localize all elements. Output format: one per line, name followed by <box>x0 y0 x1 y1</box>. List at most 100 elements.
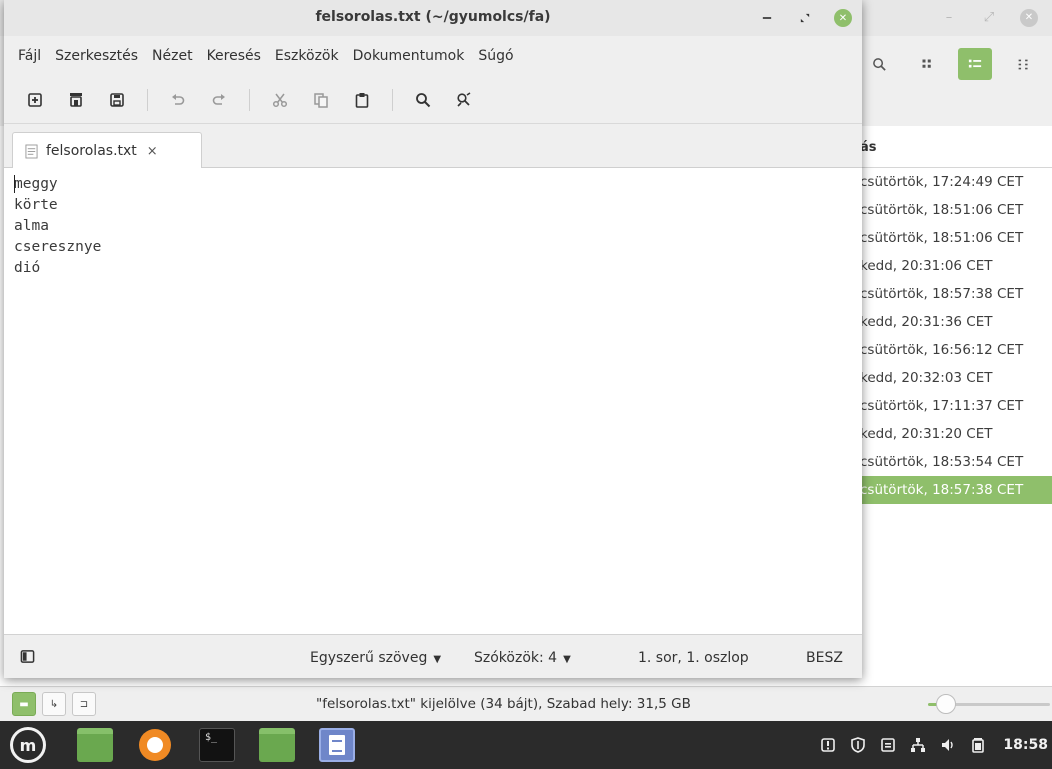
list-view-button[interactable] <box>958 48 992 80</box>
toggle-sidebar-icon[interactable]: ⊐ <box>72 692 96 716</box>
text-line[interactable]: alma <box>14 216 852 237</box>
search-replace-icon[interactable] <box>453 89 475 111</box>
window-title: felsorolas.txt (~/gyumolcs/fa) <box>315 9 551 25</box>
taskbar: m $_ 18:58 <box>0 721 1052 769</box>
date-column-header-label: ás <box>860 140 877 155</box>
places-folder-icon[interactable]: ▬ <box>12 692 36 716</box>
toolbar-separator <box>249 88 250 111</box>
zoom-slider-handle[interactable] <box>936 694 956 714</box>
toolbar-separator <box>392 88 393 111</box>
clock[interactable]: 18:58 <box>1003 737 1048 753</box>
tab-close-icon[interactable]: × <box>147 144 158 159</box>
zoom-slider[interactable] <box>928 694 1050 714</box>
text-cursor <box>14 175 15 193</box>
clipboard-icon[interactable] <box>879 736 897 754</box>
text-line[interactable]: cseresznye <box>14 237 852 258</box>
language-label: Egyszerű szöveg <box>310 650 428 666</box>
undo-icon[interactable] <box>167 89 189 111</box>
insert-mode[interactable]: BESZ <box>806 650 843 666</box>
file-row[interactable]: kedd, 20:31:06 CET <box>860 252 1052 280</box>
open-document-icon[interactable] <box>65 89 87 111</box>
new-document-icon[interactable] <box>24 89 46 111</box>
file-manager-status-text: "felsorolas.txt" kijelölve (34 bájt), Sz… <box>316 696 691 712</box>
file-manager-launcher-icon[interactable] <box>77 728 113 762</box>
network-icon[interactable] <box>909 736 927 754</box>
file-row[interactable]: csütörtök, 17:24:49 CET <box>860 168 1052 196</box>
menu-search[interactable]: Keresés <box>207 48 261 64</box>
file-row[interactable]: kedd, 20:32:03 CET <box>860 364 1052 392</box>
compact-view-button[interactable] <box>1006 48 1040 80</box>
menu-help[interactable]: Súgó <box>478 48 513 64</box>
file-list: csütörtök, 17:24:49 CET csütörtök, 18:51:… <box>860 168 1052 504</box>
file-row[interactable]: csütörtök, 18:51:06 CET <box>860 224 1052 252</box>
close-icon[interactable]: ✕ <box>1020 9 1038 27</box>
save-icon[interactable] <box>106 89 128 111</box>
search-icon[interactable] <box>862 48 896 80</box>
document-tab[interactable]: felsorolas.txt × <box>12 132 202 169</box>
minimize-icon[interactable] <box>758 9 776 27</box>
menu-tools[interactable]: Eszközök <box>275 48 339 64</box>
paste-icon[interactable] <box>351 89 373 111</box>
language-selector[interactable]: Egyszerű szöveg ▼ <box>310 650 441 666</box>
text-line[interactable]: meggy <box>14 174 852 195</box>
file-row[interactable]: csütörtök, 18:53:54 CET <box>860 448 1052 476</box>
text-line-content: alma <box>14 218 49 234</box>
shield-icon[interactable] <box>849 736 867 754</box>
battery-icon[interactable] <box>969 736 987 754</box>
text-line-content: körte <box>14 197 58 213</box>
firefox-icon[interactable] <box>137 728 173 762</box>
text-area[interactable]: meggy körte alma cseresznye dió <box>4 168 862 634</box>
text-file-icon <box>25 144 38 158</box>
toolbar-separator <box>147 88 148 111</box>
file-manager-window-controls: – ⤢ ✕ <box>940 9 1038 27</box>
file-row[interactable]: csütörtök, 18:51:06 CET <box>860 196 1052 224</box>
editor-toolbar <box>4 76 862 124</box>
text-line[interactable]: dió <box>14 258 852 279</box>
zoom-slider-track <box>946 703 1050 706</box>
document-tab-bar: felsorolas.txt × <box>4 124 862 169</box>
caret-down-icon: ▼ <box>563 654 571 665</box>
cut-icon[interactable] <box>269 89 291 111</box>
menu-logo-icon[interactable]: m <box>10 727 46 763</box>
menu-file[interactable]: Fájl <box>18 48 41 64</box>
caret-down-icon: ▼ <box>433 654 442 665</box>
maximize-icon[interactable]: ⤢ <box>980 9 998 27</box>
volume-icon[interactable] <box>939 736 957 754</box>
side-panel-icon[interactable] <box>16 645 38 667</box>
editor-window-controls: ✕ <box>758 9 852 27</box>
tree-view-icon[interactable]: ↳ <box>42 692 66 716</box>
file-row[interactable]: csütörtök, 18:57:38 CET <box>860 280 1052 308</box>
text-editor-window: felsorolas.txt (~/gyumolcs/fa) ✕ Fájl Sz… <box>4 0 862 678</box>
minimize-icon[interactable]: – <box>940 9 958 27</box>
file-row[interactable]: csütörtök, 16:56:12 CET <box>860 336 1052 364</box>
text-line[interactable]: körte <box>14 195 852 216</box>
file-row[interactable]: kedd, 20:31:36 CET <box>860 308 1052 336</box>
text-line-content: cseresznye <box>14 239 102 255</box>
icon-view-button[interactable] <box>910 48 944 80</box>
date-column-header[interactable]: ás <box>860 128 1052 168</box>
text-editor-window-icon[interactable] <box>319 728 355 762</box>
indent-selector[interactable]: Szóközök: 4 ▼ <box>474 650 571 666</box>
sidebar-mode-buttons: ▬ ↳ ⊐ <box>12 692 96 716</box>
search-icon[interactable] <box>412 89 434 111</box>
file-manager-window-icon[interactable] <box>259 728 295 762</box>
system-tray: 18:58 <box>819 721 1052 769</box>
file-row[interactable]: csütörtök, 17:11:37 CET <box>860 392 1052 420</box>
close-icon[interactable]: ✕ <box>834 9 852 27</box>
redo-icon[interactable] <box>208 89 230 111</box>
document-tab-label: felsorolas.txt <box>46 143 137 159</box>
menu-view[interactable]: Nézet <box>152 48 193 64</box>
file-row[interactable]: kedd, 20:31:20 CET <box>860 420 1052 448</box>
menu-edit[interactable]: Szerkesztés <box>55 48 138 64</box>
file-manager-statusbar: ▬ ↳ ⊐ "felsorolas.txt" kijelölve (34 báj… <box>0 686 1052 721</box>
copy-icon[interactable] <box>310 89 332 111</box>
menu-documents[interactable]: Dokumentumok <box>353 48 465 64</box>
editor-titlebar[interactable]: felsorolas.txt (~/gyumolcs/fa) ✕ <box>4 0 862 36</box>
view-buttons <box>862 48 1040 80</box>
file-row[interactable]: csütörtök, 18:57:38 CET <box>860 476 1052 504</box>
terminal-icon[interactable]: $_ <box>199 728 235 762</box>
cursor-position: 1. sor, 1. oszlop <box>638 650 749 666</box>
editor-statusbar: Egyszerű szöveg ▼ Szóközök: 4 ▼ 1. sor, 1.… <box>4 634 862 678</box>
update-manager-icon[interactable] <box>819 736 837 754</box>
maximize-icon[interactable] <box>796 9 814 27</box>
